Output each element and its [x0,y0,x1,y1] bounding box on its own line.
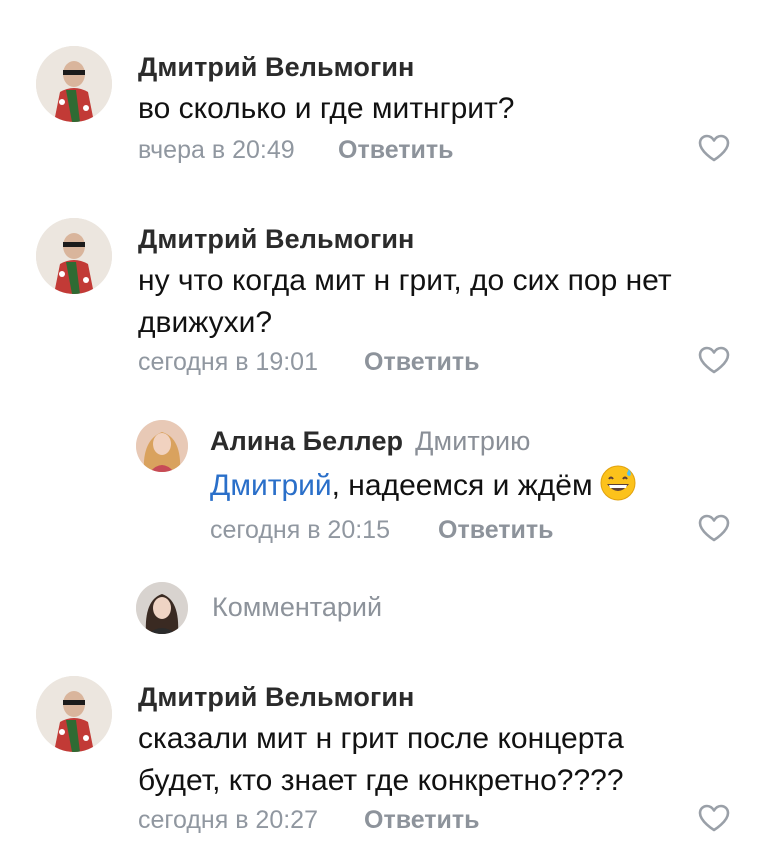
comment-timestamp: сегодня в 20:27 [138,806,318,834]
avatar[interactable] [36,676,112,752]
avatar-image [36,676,112,752]
reply-button[interactable]: Ответить [364,806,480,835]
comment-text: сказали мит н грит после концерта будет,… [138,722,624,797]
comment: Дмитрий Вельмогин сказали мит н грит пос… [0,0,760,852]
comment-author[interactable]: Дмитрий Вельмогин [138,682,414,713]
like-button[interactable] [697,803,731,833]
heart-outline-icon [698,804,730,832]
